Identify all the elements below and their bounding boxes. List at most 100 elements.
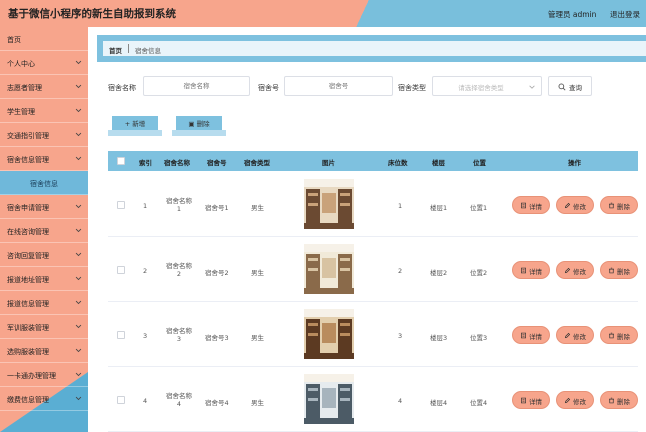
breadcrumb: 首页 宿舍信息 — [103, 41, 646, 56]
chevron-down-icon — [75, 228, 82, 233]
breadcrumb-bar: 首页 宿舍信息 — [97, 35, 646, 62]
search-icon — [558, 83, 566, 91]
sidebar-item-1[interactable]: 个人中心 — [0, 51, 88, 75]
add-button[interactable]: + 新增 — [108, 116, 162, 136]
cell-dorm-number: 宿舍号3 — [205, 334, 229, 342]
detail-button[interactable]: 详情 — [512, 196, 550, 214]
cell-dorm-type: 男生 — [251, 269, 264, 277]
cell-floor: 楼层4 — [430, 399, 448, 407]
current-user: 管理员 admin — [548, 10, 597, 19]
table-row: 1 宿舍名称 1 宿舍号1 男生 1 楼层1 位置1 详情 修改 删除 — [108, 173, 638, 237]
chevron-down-icon — [75, 132, 82, 137]
chevron-down-icon — [529, 85, 535, 89]
sidebar-item-label: 报道信息管理 — [7, 300, 49, 308]
sidebar-item-10[interactable]: 报道地址管理 — [0, 267, 88, 291]
sidebar-item-label: 咨询回复管理 — [7, 252, 49, 260]
row-checkbox[interactable] — [117, 201, 125, 209]
dorm-name-input[interactable] — [143, 76, 250, 96]
detail-button-label: 详情 — [529, 333, 542, 341]
app-title: 基于微信小程序的新生自助报到系统 — [8, 8, 176, 20]
add-button-ribbon — [108, 130, 162, 136]
document-icon — [521, 202, 526, 209]
pencil-icon — [564, 202, 571, 209]
document-icon — [521, 332, 526, 339]
delete-button[interactable]: 删除 — [600, 196, 638, 214]
cell-dorm-name-line2: 4 — [176, 400, 182, 408]
pencil-icon — [564, 332, 571, 339]
sidebar-item-2[interactable]: 志愿者管理 — [0, 75, 88, 99]
sidebar-item-12[interactable]: 军训服装管理 — [0, 315, 88, 339]
edit-button[interactable]: 修改 — [556, 326, 594, 344]
delete-button-label: 删除 — [617, 398, 630, 406]
detail-button-label: 详情 — [529, 268, 542, 276]
row-checkbox[interactable] — [117, 266, 125, 274]
edit-button-label: 修改 — [573, 268, 586, 276]
cell-beds: 1 — [398, 202, 403, 210]
cell-dorm-number: 宿舍号2 — [205, 269, 229, 277]
sidebar-item-5[interactable]: 宿舍信息管理 — [0, 147, 88, 171]
select-all-checkbox[interactable] — [117, 157, 125, 165]
logout-link[interactable]: 退出登录 — [610, 9, 640, 20]
cell-dorm-name-line1: 宿舍名称 — [166, 197, 192, 205]
detail-button[interactable]: 详情 — [512, 326, 550, 344]
cell-beds: 3 — [398, 332, 403, 340]
breadcrumb-home[interactable]: 首页 — [109, 45, 122, 55]
sidebar-item-label: 交通指引管理 — [7, 132, 49, 140]
delete-button[interactable]: 删除 — [600, 391, 638, 409]
sidebar-item-3[interactable]: 学生管理 — [0, 99, 88, 123]
trash-icon: ▣ — [188, 120, 197, 128]
add-button-text: 新增 — [132, 120, 146, 128]
detail-button[interactable]: 详情 — [512, 391, 550, 409]
edit-button-label: 修改 — [573, 333, 586, 341]
cell-dorm-name: 宿舍名称 2 — [160, 260, 198, 278]
sidebar-item-0[interactable]: 首页 — [0, 27, 88, 51]
query-button[interactable]: 查询 — [548, 76, 592, 96]
trash-icon — [609, 267, 614, 274]
trash-icon — [609, 332, 614, 339]
col-picture: 图片 — [322, 159, 335, 167]
delete-button[interactable]: 删除 — [600, 326, 638, 344]
edit-button[interactable]: 修改 — [556, 196, 594, 214]
sidebar-item-14[interactable]: 一卡通办理管理 — [0, 363, 88, 387]
cell-dorm-name-line2: 3 — [176, 335, 182, 343]
sidebar-item-11[interactable]: 报道信息管理 — [0, 291, 88, 315]
document-icon — [521, 397, 526, 404]
dorm-photo — [304, 244, 354, 294]
top-header: 基于微信小程序的新生自助报到系统 管理员 admin 退出登录 — [0, 0, 646, 27]
cell-position: 位置3 — [470, 334, 488, 342]
sidebar-item-6[interactable]: 宿舍信息 — [0, 171, 88, 195]
col-beds: 床位数 — [388, 159, 408, 167]
dorm-type-select[interactable]: 请选择宿舍类型 — [432, 76, 542, 96]
cell-floor: 楼层1 — [430, 204, 448, 212]
edit-button[interactable]: 修改 — [556, 391, 594, 409]
delete-button[interactable]: 删除 — [600, 261, 638, 279]
col-dorm-type: 宿舍类型 — [244, 159, 270, 167]
sidebar-item-label: 学生管理 — [7, 108, 35, 116]
pencil-icon — [564, 267, 571, 274]
edit-button-label: 修改 — [573, 398, 586, 406]
sidebar-item-15[interactable]: 缴费信息管理 — [0, 387, 88, 411]
sidebar-item-7[interactable]: 宿舍申请管理 — [0, 195, 88, 219]
document-icon — [521, 267, 526, 274]
sidebar-item-13[interactable]: 选购服装管理 — [0, 339, 88, 363]
sidebar-item-4[interactable]: 交通指引管理 — [0, 123, 88, 147]
detail-button[interactable]: 详情 — [512, 261, 550, 279]
cell-dorm-type: 男生 — [251, 204, 264, 212]
dorm-type-label: 宿舍类型 — [398, 84, 426, 92]
cell-index: 4 — [143, 397, 148, 405]
table-header: 索引 宿舍名称 宿舍号 宿舍类型 图片 床位数 楼层 位置 操作 — [108, 151, 638, 171]
row-checkbox[interactable] — [117, 331, 125, 339]
cell-dorm-name-line1: 宿舍名称 — [166, 262, 192, 270]
dorm-number-input[interactable] — [284, 76, 393, 96]
edit-button[interactable]: 修改 — [556, 261, 594, 279]
batch-delete-button[interactable]: ▣ 删除 — [172, 116, 226, 136]
cell-dorm-name-line2: 1 — [176, 205, 182, 213]
sidebar-item-label: 缴费信息管理 — [7, 396, 49, 404]
row-checkbox[interactable] — [117, 396, 125, 404]
dorm-photo — [304, 179, 354, 229]
sidebar-item-label: 报道地址管理 — [7, 276, 49, 284]
sidebar-item-8[interactable]: 在线咨询管理 — [0, 219, 88, 243]
trash-icon — [609, 202, 614, 209]
sidebar-item-9[interactable]: 咨询回复管理 — [0, 243, 88, 267]
cell-dorm-number: 宿舍号1 — [205, 204, 229, 212]
